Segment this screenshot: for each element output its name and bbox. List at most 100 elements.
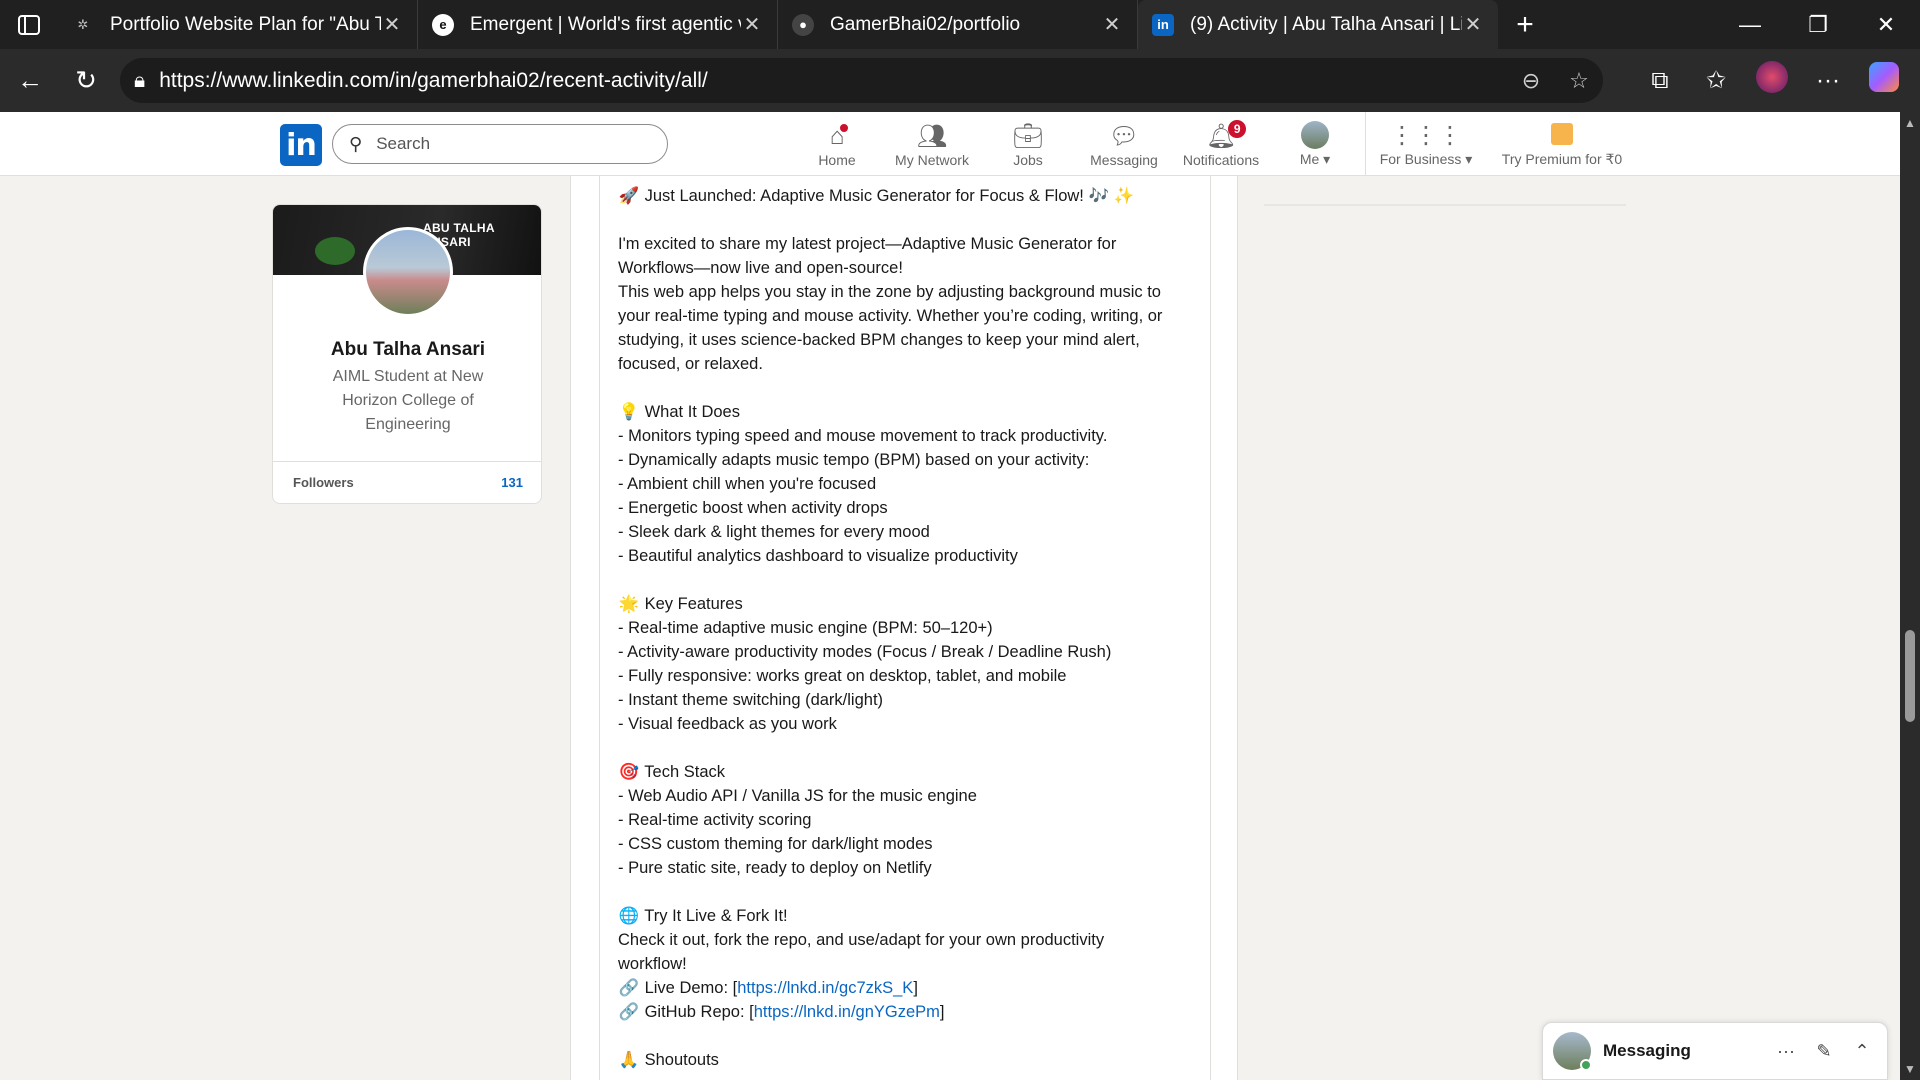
post-card: 🚀 Just Launched: Adaptive Music Generato…	[599, 176, 1211, 1080]
nav-label: Messaging	[1090, 152, 1158, 168]
browser-tab-active[interactable]: in (9) Activity | Abu Talha Ansari | Lin…	[1138, 0, 1498, 49]
page-scrollbar[interactable]: ▲ ▼	[1900, 112, 1920, 1080]
bell-icon: 🔔︎ 9	[1206, 120, 1247, 152]
scrollbar-thumb[interactable]	[1905, 630, 1915, 722]
back-arrow-icon: ←	[17, 65, 43, 95]
refresh-button[interactable]: ↻	[58, 59, 114, 103]
post-text: 🚀 Just Launched: Adaptive Music Generato…	[618, 184, 1198, 1072]
browser-tab[interactable]: e Emergent | World's first agentic vi ✕	[418, 0, 778, 49]
nav-messaging[interactable]: 💬︎ Messaging	[1086, 112, 1162, 176]
close-icon[interactable]: ✕	[1462, 12, 1484, 37]
try-premium-link[interactable]: Try Premium for ₹0	[1500, 112, 1624, 176]
window-close-button[interactable]: ✕	[1852, 0, 1920, 49]
followers-label[interactable]: Followers	[293, 475, 354, 490]
chat-icon: 💬︎	[1108, 123, 1140, 150]
nav-label: For Business	[1379, 151, 1462, 167]
post-line: - Monitors typing speed and mouse moveme…	[618, 424, 1198, 448]
post-link[interactable]: https://lnkd.in/gc7zkS_K	[737, 979, 913, 997]
followers-count[interactable]: 131	[501, 475, 523, 490]
minimize-button[interactable]: —	[1716, 0, 1784, 49]
new-tab-button[interactable]: +	[1498, 0, 1552, 49]
nav-home[interactable]: ⌂ Home	[810, 112, 864, 176]
profile-headline: AIML Student at New Horizon College of E…	[332, 368, 484, 433]
tab-title: Emergent | World's first agentic vi	[470, 13, 741, 35]
more-options-icon[interactable]: ···	[1800, 67, 1856, 95]
tab-actions-button[interactable]	[0, 0, 58, 49]
chevron-up-icon[interactable]: ⌃	[1843, 1041, 1881, 1062]
search-input[interactable]: ⚲ Search	[332, 124, 668, 164]
scroll-up-icon[interactable]: ▲	[1904, 116, 1916, 130]
nav-for-business[interactable]: ⋮⋮⋮ For Business ▾	[1378, 112, 1474, 176]
post-line-text: - Activity-aware productivity modes (Foc…	[618, 643, 1112, 661]
tab-title: (9) Activity | Abu Talha Ansari | Lin	[1190, 13, 1462, 35]
post-line-text: your real-time typing and mouse activity…	[618, 307, 1163, 325]
post-line-text: Shoutouts	[644, 1051, 719, 1069]
nav-label: Notifications	[1182, 152, 1260, 168]
restore-button[interactable]: ❐	[1784, 0, 1852, 49]
compose-icon[interactable]: ✎	[1805, 1041, 1843, 1062]
favorites-icon[interactable]: ✩	[1688, 66, 1744, 95]
post-line-text: - Pure static site, ready to deploy on N…	[618, 859, 932, 877]
zoom-out-icon[interactable]: ⊖	[1507, 68, 1555, 94]
premium-icon	[1551, 123, 1573, 145]
close-icon[interactable]: ✕	[381, 12, 403, 37]
url-text[interactable]: https://www.linkedin.com/in/gamerbhai02/…	[159, 69, 1507, 93]
post-line-text: - Monitors typing speed and mouse moveme…	[618, 427, 1108, 445]
extensions-icon[interactable]: ⧉	[1632, 67, 1688, 95]
post-line-text: - Fully responsive: works great on deskt…	[618, 667, 1067, 685]
post-line-text: - CSS custom theming for dark/light mode…	[618, 835, 933, 853]
nav-my-network[interactable]: 👥︎ My Network	[890, 112, 974, 176]
post-line: - Web Audio API / Vanilla JS for the mus…	[618, 784, 1198, 808]
nav-jobs[interactable]: 💼︎ Jobs	[1006, 112, 1050, 176]
emoji-icon: 🔗	[618, 1003, 640, 1021]
tab-title: GamerBhai02/portfolio	[830, 13, 1021, 35]
post-line: - Fully responsive: works great on deskt…	[618, 664, 1198, 688]
close-icon[interactable]: ✕	[741, 12, 763, 37]
post-line-text: Just Launched: Adaptive Music Generator …	[644, 187, 1135, 205]
chevron-down-icon: ▾	[1465, 151, 1473, 167]
profile-avatar-large[interactable]	[363, 227, 453, 317]
post-line-text: ]	[913, 979, 918, 997]
emoji-icon: 🌐	[618, 907, 640, 925]
scroll-down-icon[interactable]: ▼	[1904, 1062, 1916, 1076]
post-line-text: - Web Audio API / Vanilla JS for the mus…	[618, 787, 977, 805]
profile-name[interactable]: Abu Talha Ansari	[273, 339, 541, 361]
more-options-icon[interactable]: ···	[1767, 1041, 1805, 1062]
linkedin-header: in ⚲ Search ⌂ Home 👥︎ My Network 💼︎ Jobs…	[0, 112, 1900, 176]
linkedin-logo[interactable]: in	[280, 124, 322, 166]
post-line-text: - Sleek dark & light themes for every mo…	[618, 523, 930, 541]
nav-label: Me	[1299, 151, 1320, 167]
profile-avatar[interactable]	[1744, 61, 1800, 100]
address-bar[interactable]: 🔒︎ https://www.linkedin.com/in/gamerbhai…	[120, 58, 1603, 103]
nav-me[interactable]: Me ▾	[1290, 112, 1340, 176]
close-icon[interactable]: ✕	[1101, 12, 1123, 37]
home-icon: ⌂	[830, 122, 851, 152]
nav-label: Try Premium for ₹0	[1501, 151, 1623, 167]
back-button[interactable]: ←	[2, 59, 58, 103]
post-link[interactable]: https://lnkd.in/gnYGzePm	[754, 1003, 940, 1021]
post-line: your real-time typing and mouse activity…	[618, 304, 1198, 328]
browser-tab[interactable]: ● GamerBhai02/portfolio ✕	[778, 0, 1138, 49]
post-line-text: This web app helps you stay in the zone …	[618, 283, 1161, 301]
favorite-star-icon[interactable]: ☆	[1555, 68, 1603, 94]
post-line-text: workflow!	[618, 955, 687, 973]
messaging-label[interactable]: Messaging	[1603, 1041, 1767, 1061]
nav-notifications[interactable]: 🔔︎ 9 Notifications	[1178, 112, 1264, 176]
post-line: 🌐 Try It Live & Fork It!	[618, 904, 1198, 928]
post-line-text: studying, it uses science-backed BPM cha…	[618, 331, 1140, 349]
messaging-widget[interactable]: Messaging ··· ✎ ⌃	[1542, 1022, 1888, 1080]
emoji-icon: 🙏	[618, 1051, 640, 1069]
emoji-icon: 🌟	[618, 595, 640, 613]
copilot-icon[interactable]	[1856, 62, 1912, 99]
post-line-text: - Visual feedback as you work	[618, 715, 837, 733]
browser-tab[interactable]: ✲ Portfolio Website Plan for "Abu Ta ✕	[58, 0, 418, 49]
post-line-text: Workflows—now live and open-source!	[618, 259, 903, 277]
nav-label: Home	[818, 152, 856, 168]
post-line-text: GitHub Repo: [	[644, 1003, 754, 1021]
profile-card[interactable]: ABU TALHA ANSARI Abu Talha Ansari AIML S…	[272, 204, 542, 504]
post-line: - Sleek dark & light themes for every mo…	[618, 520, 1198, 544]
